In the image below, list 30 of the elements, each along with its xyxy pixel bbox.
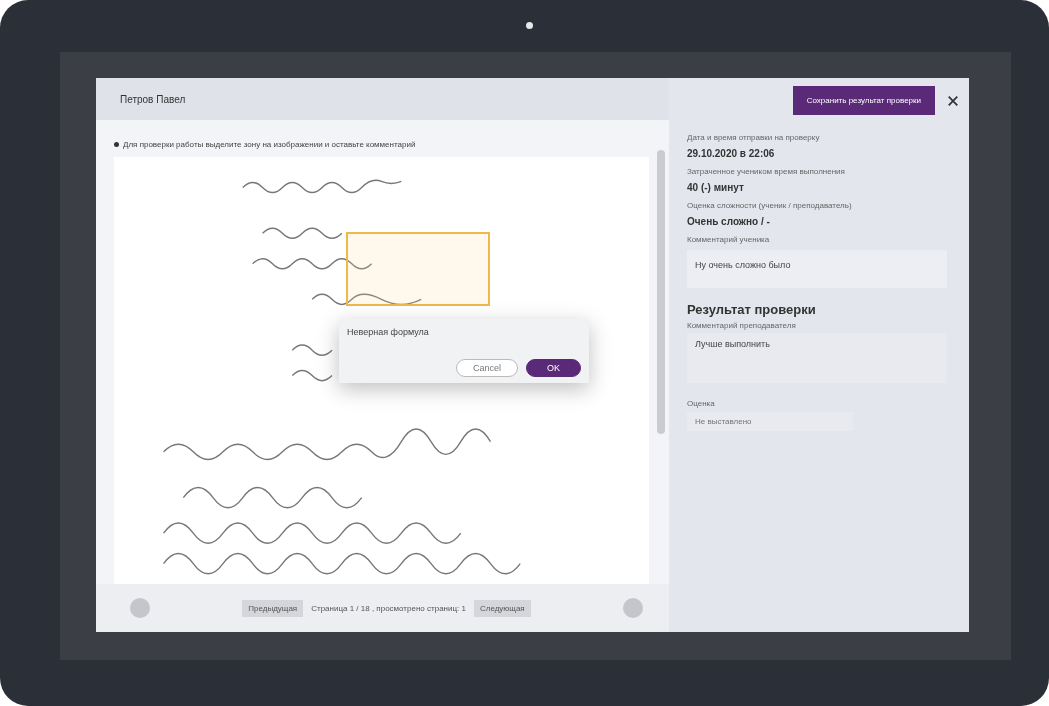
next-arrow-button[interactable] [623,598,643,618]
close-icon[interactable] [947,94,959,107]
bullet-icon [114,142,119,147]
field-label: Дата и время отправки на проверку [687,133,821,142]
next-button[interactable]: Следующая [473,599,531,617]
teacher-comment-field[interactable]: Лучше выполнить [687,333,947,383]
save-button[interactable]: Сохранить результат проверки [792,86,935,115]
field-value: Очень сложно / - [687,216,771,227]
previous-button[interactable]: Предыдущая [242,599,304,617]
page-status: Страница 1 / 18 , просмотрено страниц: 1 [311,603,466,613]
cancel-button[interactable]: Cancel [455,359,518,377]
grade-field[interactable]: Не выставлено [687,412,853,431]
student-comment-box: Ну очень сложно было [687,250,947,288]
field-label: Комментарий ученика [687,235,771,244]
comment-text: Неверная формула [347,327,430,337]
ok-button[interactable]: OK [526,359,581,377]
handwriting-image[interactable]: Неверная формула Cancel OK [114,157,649,584]
field-label: Затраченное учеником время выполнения [687,167,846,176]
field-label: Оценка сложности (ученик / преподаватель) [687,201,853,210]
field-value: 40 (-) минут [687,182,745,193]
hint-text: Для проверки работы выделите зону на изображении и оставьте комментарий [123,140,416,149]
student-name: Петров Павел [120,93,186,105]
camera-icon [526,22,533,29]
scrollbar[interactable] [657,150,665,434]
previous-arrow-button[interactable] [130,598,150,618]
field-label: Комментарий преподавателя [687,321,797,330]
selection-rectangle[interactable] [346,232,490,306]
result-heading: Результат проверки [687,302,817,317]
field-value: 29.10.2020 в 22:06 [687,148,776,159]
field-label: Оценка [687,399,716,408]
